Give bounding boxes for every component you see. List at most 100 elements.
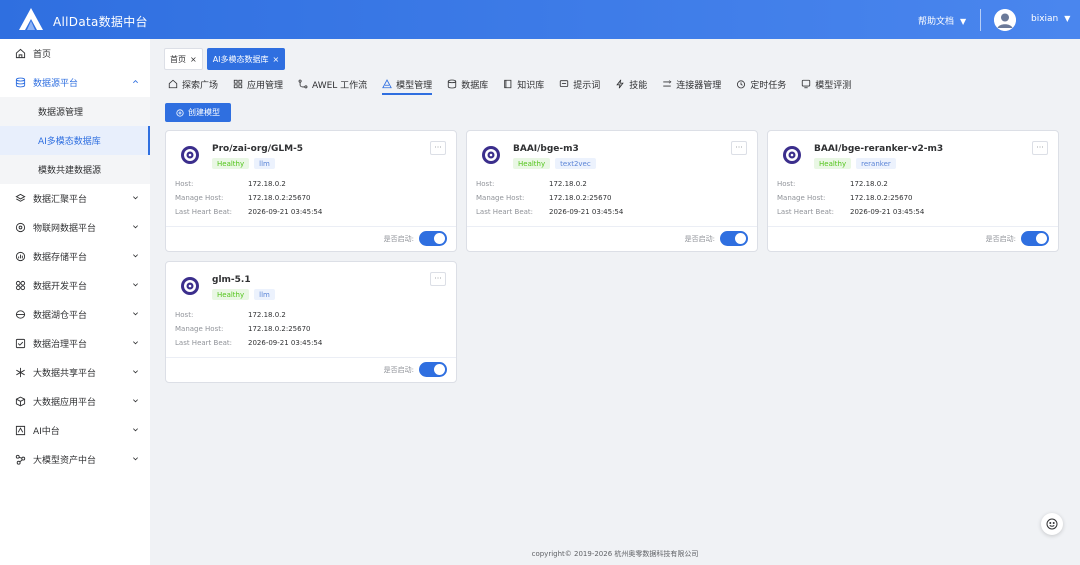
- feedback-button[interactable]: [1041, 513, 1063, 535]
- manage-host-label: Manage Host:: [175, 325, 224, 333]
- more-options-button[interactable]: ···: [731, 141, 747, 155]
- manage-host-value: 172.18.0.2:25670: [248, 194, 311, 202]
- enabled-label: 是否启动:: [985, 235, 1016, 243]
- sidebar-subitem-co-build-datasource[interactable]: 模数共建数据源: [0, 155, 150, 184]
- sidebar-item-storage-platform[interactable]: 数据存储平台: [0, 242, 150, 271]
- host-row: Host: 172.18.0.2: [175, 311, 286, 319]
- create-model-button[interactable]: 创建模型: [165, 103, 231, 122]
- nav-skills[interactable]: 技能: [615, 76, 647, 92]
- sidebar-subitem-label: 数据源管理: [38, 108, 84, 118]
- prompt-icon: [560, 80, 569, 87]
- sidebar-item-label: 数据湖仓平台: [33, 311, 88, 321]
- apps-icon: [233, 79, 243, 89]
- nav-awel-workflow[interactable]: AWEL 工作流: [298, 76, 367, 92]
- enabled-toggle[interactable]: [419, 231, 447, 246]
- database-icon: [15, 77, 26, 88]
- enabled-toggle[interactable]: [419, 362, 447, 377]
- chevron-down-icon: [133, 312, 138, 316]
- manage-host-row: Manage Host: 172.18.0.2:25670: [175, 194, 310, 202]
- sidebar-item-share-platform[interactable]: 大数据共享平台: [0, 358, 150, 387]
- more-options-button[interactable]: ···: [430, 272, 446, 286]
- smile-icon: [1046, 518, 1058, 530]
- heartbeat-value: 2026-09-21 03:45:54: [248, 208, 323, 216]
- heartbeat-value: 2026-09-21 03:45:54: [850, 208, 925, 216]
- enabled-label: 是否启动:: [383, 366, 414, 374]
- heartbeat-label: Last Heart Beat:: [476, 208, 534, 216]
- chevron-down-icon: [133, 254, 138, 258]
- sidebar-item-llm-asset-platform[interactable]: 大模型资产中台: [0, 445, 150, 474]
- sidebar-item-ai-platform[interactable]: AI中台: [0, 416, 150, 445]
- card-divider: [768, 226, 1058, 227]
- tags-view: 首页 × AI多模态数据库 ×: [164, 48, 286, 70]
- sidebar-item-governance-platform[interactable]: 数据治理平台: [0, 329, 150, 358]
- heartbeat-row: Last Heart Beat: 2026-09-21 03:45:54: [175, 339, 322, 347]
- close-icon[interactable]: ×: [190, 55, 197, 64]
- avatar[interactable]: [994, 9, 1016, 31]
- nav-app-management[interactable]: 应用管理: [233, 76, 283, 92]
- model-icon: [382, 79, 393, 89]
- model-type-badge: text2vec: [555, 158, 596, 169]
- nav-label: 模型评测: [815, 80, 852, 91]
- chevron-down-icon: [133, 196, 138, 200]
- sidebar-item-label: 首页: [33, 50, 52, 60]
- model-name: Pro/zai-org/GLM-5: [212, 144, 304, 154]
- nav-label: AWEL 工作流: [312, 80, 368, 91]
- nav-model-evaluation[interactable]: 模型评测: [801, 76, 851, 92]
- model-badges: Healthy text2vec: [513, 158, 596, 169]
- sidebar-item-lakehouse-platform[interactable]: 数据湖仓平台: [0, 300, 150, 329]
- sidebar-item-application-platform[interactable]: 大数据应用平台: [0, 387, 150, 416]
- tab-home[interactable]: 首页 ×: [164, 48, 203, 70]
- host-value: 172.18.0.2: [248, 180, 286, 188]
- host-label: Host:: [175, 311, 194, 319]
- governance-icon: [15, 338, 26, 349]
- manage-host-row: Manage Host: 172.18.0.2:25670: [175, 325, 310, 333]
- nav-label: 技能: [629, 80, 648, 91]
- sidebar-item-data-aggregation[interactable]: 数据汇聚平台: [0, 184, 150, 213]
- chevron-down-icon: [133, 225, 138, 229]
- sidebar-item-home[interactable]: 首页: [0, 39, 150, 68]
- sidebar-item-dev-platform[interactable]: 数据开发平台: [0, 271, 150, 300]
- nav-model-management[interactable]: 模型管理: [382, 76, 433, 95]
- nav-label: 模型管理: [396, 80, 433, 91]
- model-card: Pro/zai-org/GLM-5 Healthy llm ··· Host: 1…: [165, 130, 457, 252]
- sidebar-item-label: AI中台: [33, 427, 60, 437]
- sidebar-subitem-ai-multimodal-db[interactable]: AI多模态数据库: [0, 126, 150, 155]
- more-options-button[interactable]: ···: [1032, 141, 1048, 155]
- nav-explore-square[interactable]: 探索广场: [168, 76, 218, 92]
- model-logo-icon: [181, 146, 199, 164]
- heartbeat-label: Last Heart Beat:: [777, 208, 835, 216]
- sidebar-item-label: 大模型资产中台: [33, 456, 97, 466]
- close-icon[interactable]: ×: [273, 55, 280, 64]
- enabled-label: 是否启动:: [684, 235, 715, 243]
- manage-host-label: Manage Host:: [175, 194, 224, 202]
- cube-icon: [15, 396, 26, 407]
- sidebar-item-datasource-platform[interactable]: 数据源平台: [0, 68, 150, 97]
- home-icon: [168, 79, 178, 89]
- sidebar-item-label: 物联网数据平台: [33, 224, 97, 234]
- help-docs-menu[interactable]: 帮助文档 ▼: [918, 14, 966, 27]
- nav-prompts[interactable]: 提示词: [559, 76, 600, 92]
- sidebar-subitem-label: AI多模态数据库: [38, 137, 101, 147]
- app-title: AllData数据中台: [53, 15, 148, 29]
- model-card: BAAI/bge-m3 Healthy text2vec ··· Host: 17…: [466, 130, 758, 252]
- nav-connector-management[interactable]: 连接器管理: [662, 76, 721, 92]
- nav-label: 连接器管理: [676, 80, 722, 91]
- manage-host-label: Manage Host:: [476, 194, 525, 202]
- sidebar-item-label: 数据汇聚平台: [33, 195, 88, 205]
- user-menu[interactable]: bixian ▼: [1031, 14, 1070, 24]
- tab-label: 首页: [170, 54, 186, 64]
- card-divider: [467, 226, 757, 227]
- enabled-toggle[interactable]: [1021, 231, 1049, 246]
- more-options-button[interactable]: ···: [430, 141, 446, 155]
- home-icon: [15, 48, 26, 59]
- sidebar-item-iot-platform[interactable]: 物联网数据平台: [0, 213, 150, 242]
- sidebar-subitem-datasource-mgmt[interactable]: 数据源管理: [0, 97, 150, 126]
- heartbeat-row: Last Heart Beat: 2026-09-21 03:45:54: [777, 208, 924, 216]
- tab-ai-multimodal-db[interactable]: AI多模态数据库 ×: [206, 48, 286, 70]
- connector-icon: [663, 80, 672, 87]
- clock-icon: [737, 80, 746, 89]
- nav-database[interactable]: 数据库: [447, 76, 488, 92]
- nav-knowledge-base[interactable]: 知识库: [503, 76, 544, 92]
- nav-scheduled-tasks[interactable]: 定时任务: [736, 76, 786, 92]
- enabled-toggle[interactable]: [720, 231, 748, 246]
